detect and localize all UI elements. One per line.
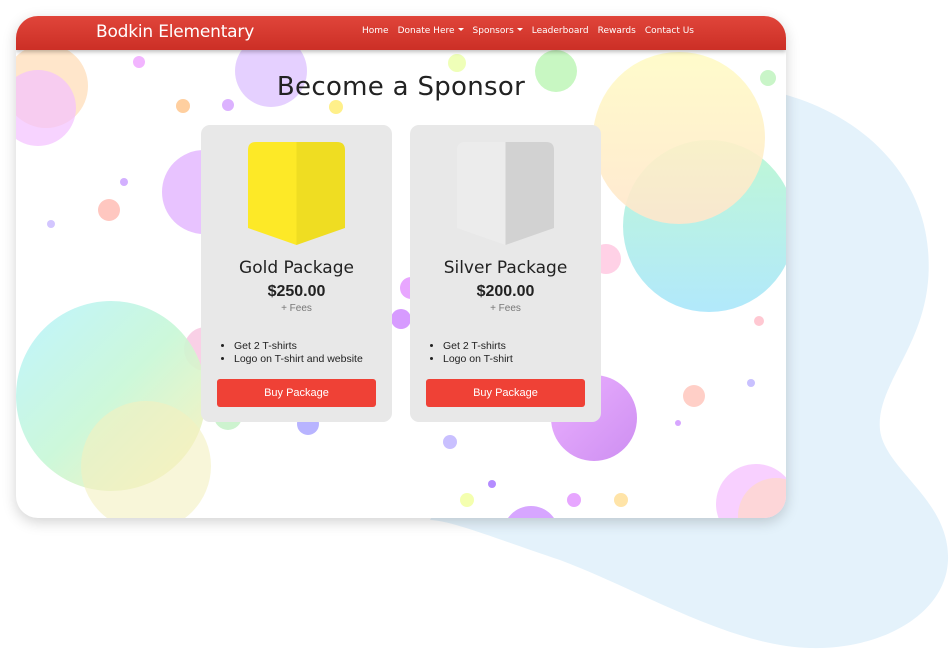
nav-item-home[interactable]: Home (362, 26, 389, 36)
package-price: $250.00 (267, 283, 326, 300)
chevron-down-icon (516, 28, 523, 31)
silver-package-card: Silver Package $200.00 + Fees Get 2 T-sh… (410, 125, 601, 422)
buy-gold-package-button[interactable]: Buy Package (217, 379, 376, 407)
gold-shield-icon (248, 142, 345, 245)
feature-item: Get 2 T-shirts (443, 340, 513, 353)
package-features-list: Get 2 T-shirts Logo on T-shirt (432, 340, 513, 366)
nav-label: Leaderboard (531, 26, 589, 36)
package-features-list: Get 2 T-shirts Logo on T-shirt and websi… (223, 340, 363, 366)
nav-item-donate-here[interactable]: Donate Here (398, 26, 464, 36)
brand-logo-link[interactable]: Bodkin Elementary (96, 22, 254, 42)
feature-item: Logo on T-shirt (443, 353, 513, 366)
nav-label: Sponsors (472, 26, 514, 36)
nav-item-sponsors[interactable]: Sponsors (473, 26, 523, 36)
package-fees-note: + Fees (490, 303, 521, 314)
package-price: $200.00 (476, 283, 535, 300)
package-name: Gold Package (239, 258, 354, 278)
package-fees-note: + Fees (281, 303, 312, 314)
nav-item-contact-us[interactable]: Contact Us (645, 26, 694, 36)
feature-item: Get 2 T-shirts (234, 340, 363, 353)
nav-label: Home (362, 26, 389, 36)
nav-label: Rewards (597, 26, 636, 36)
silver-shield-icon (457, 142, 554, 245)
nav-label: Donate Here (397, 26, 455, 36)
feature-item: Logo on T-shirt and website (234, 353, 363, 366)
nav-label: Contact Us (644, 26, 694, 36)
gold-package-card: Gold Package $250.00 + Fees Get 2 T-shir… (201, 125, 392, 422)
chevron-down-icon (457, 28, 464, 31)
page-title: Become a Sponsor (276, 72, 526, 102)
buy-silver-package-button[interactable]: Buy Package (426, 379, 585, 407)
browser-frame: Bodkin Elementary Home Donate Here Spons… (16, 16, 786, 518)
navbar: Bodkin Elementary Home Donate Here Spons… (16, 16, 786, 50)
nav-menu: Home Donate Here Sponsors Leaderboard Re… (362, 26, 694, 36)
package-name: Silver Package (443, 258, 568, 278)
nav-item-leaderboard[interactable]: Leaderboard (532, 26, 589, 36)
nav-item-rewards[interactable]: Rewards (598, 26, 636, 36)
